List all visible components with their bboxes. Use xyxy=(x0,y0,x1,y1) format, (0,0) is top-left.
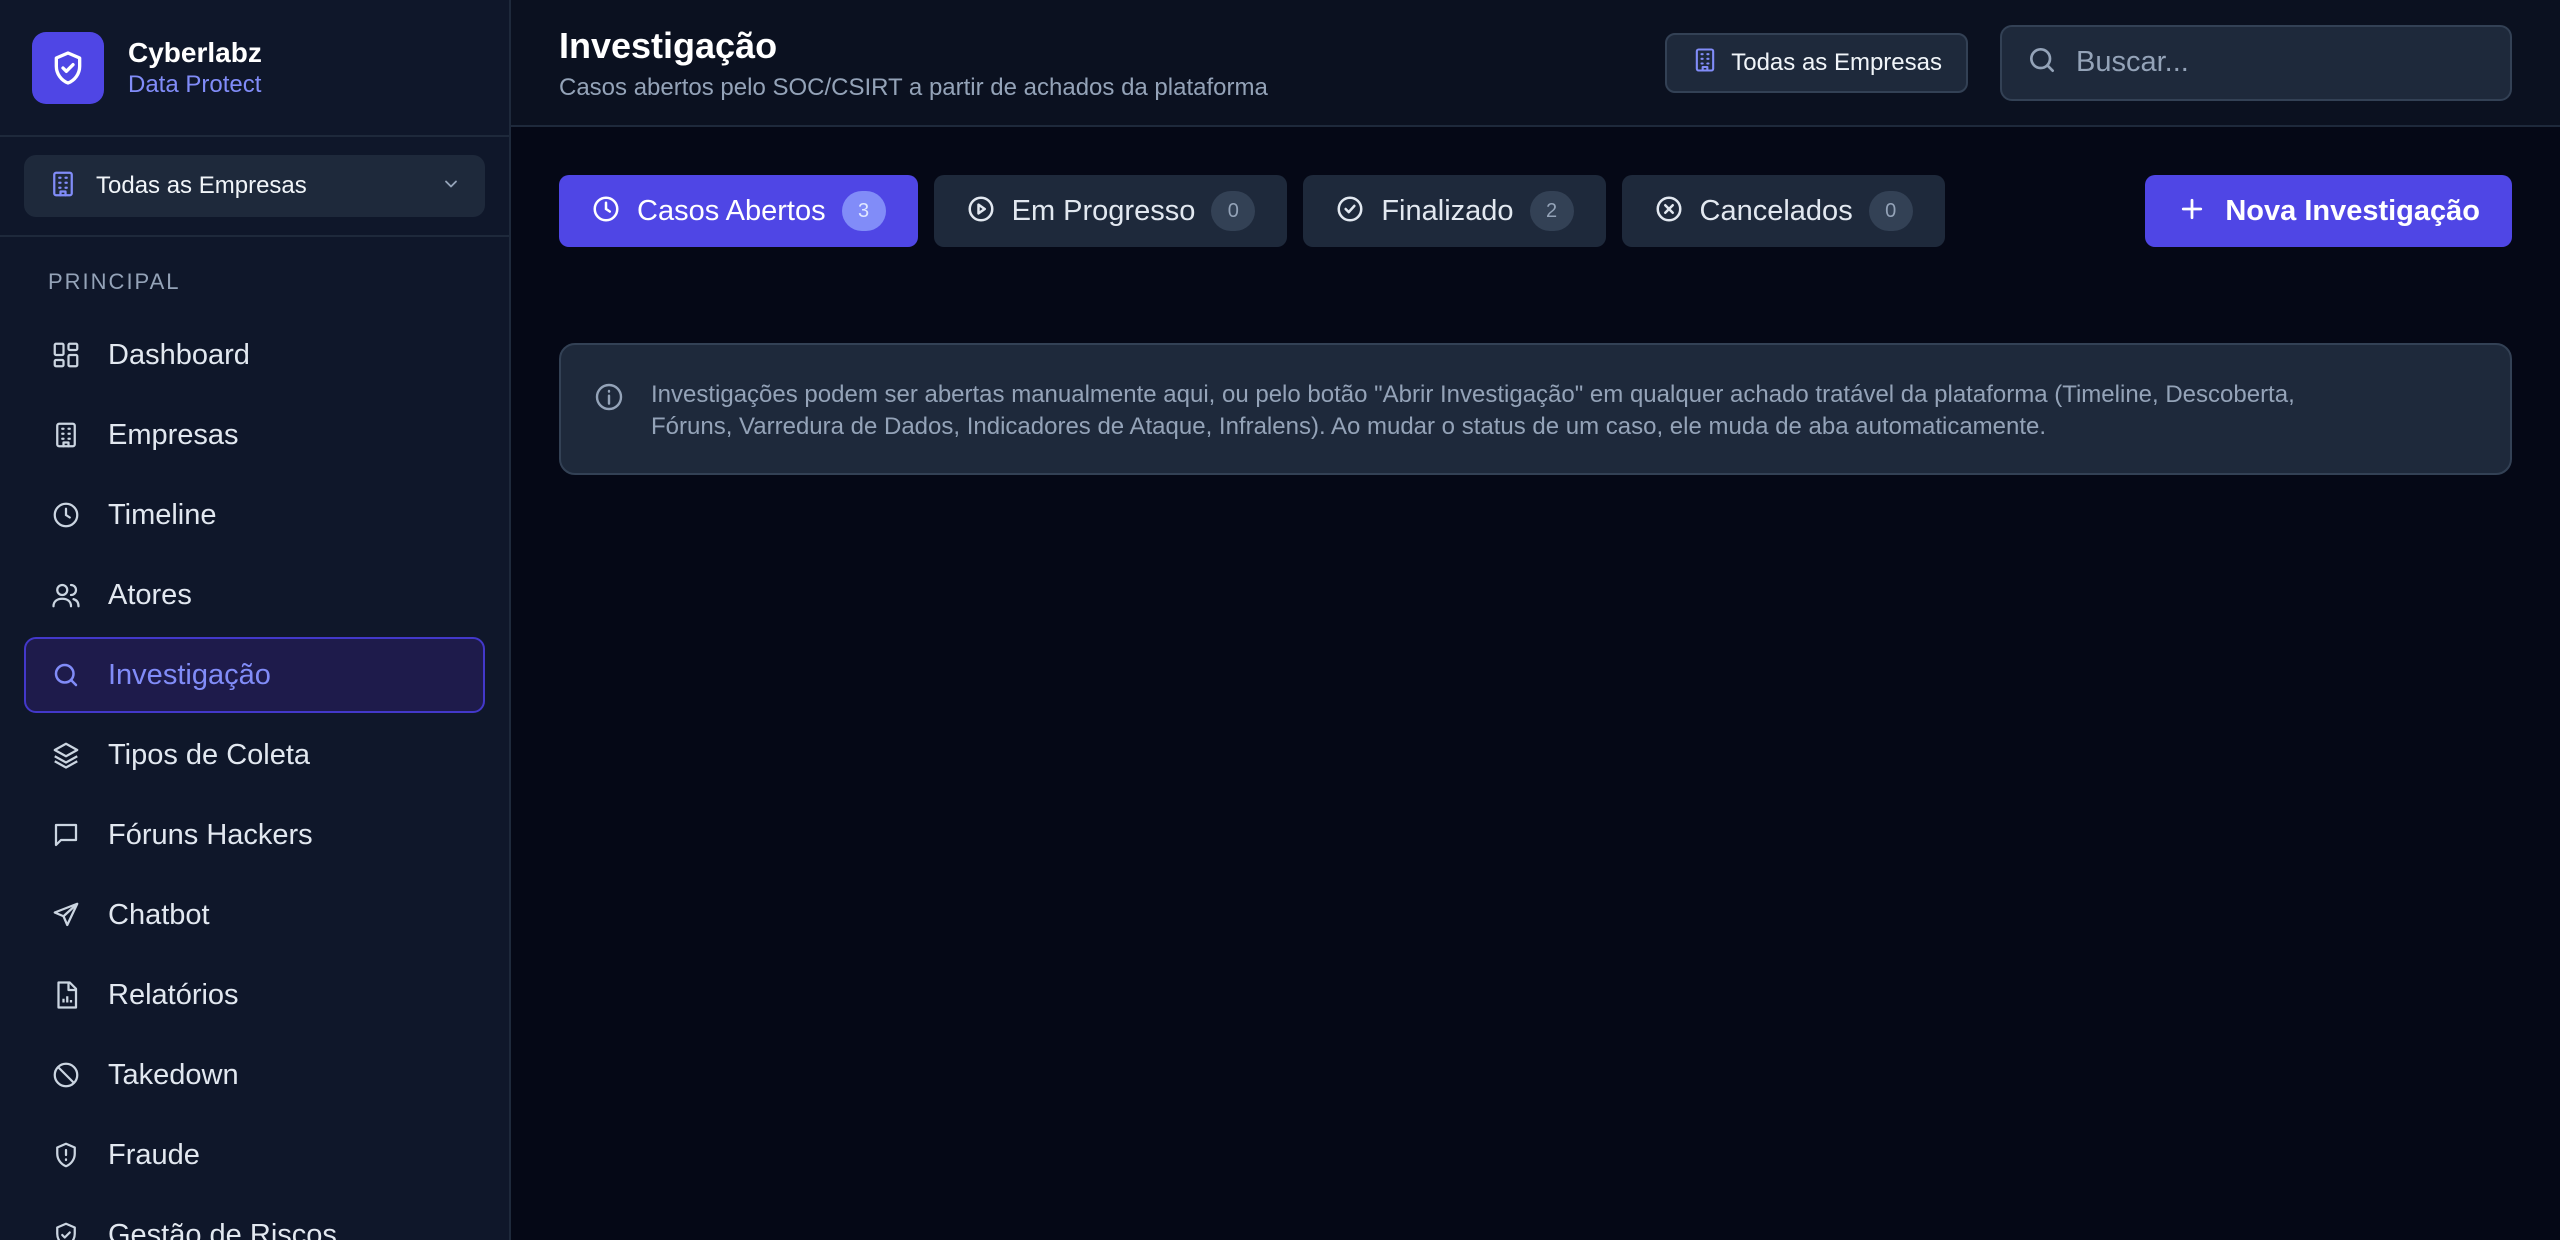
tab-finalizado[interactable]: Finalizado 2 xyxy=(1303,175,1606,247)
ban-icon xyxy=(50,1059,82,1091)
play-circle-icon xyxy=(966,194,996,229)
sidebar-item-investigacao[interactable]: Investigação xyxy=(24,637,485,713)
info-text-line: Fóruns, Varredura de Dados, Indicadores … xyxy=(651,413,2047,440)
sidebar: Cyberlabz Data Protect Todas as Empresas… xyxy=(0,0,511,1240)
info-text: Investigações podem ser abertas manualme… xyxy=(651,379,2295,443)
tab-em-progresso[interactable]: Em Progresso 0 xyxy=(933,175,1288,247)
sidebar-item-label: Takedown xyxy=(108,1058,239,1091)
sidebar-item-label: Empresas xyxy=(108,418,239,451)
new-investigation-label: Nova Investigação xyxy=(2225,194,2480,227)
users-icon xyxy=(50,579,82,611)
topbar: Investigação Casos abertos pelo SOC/CSIR… xyxy=(511,0,2560,127)
tab-count-badge: 0 xyxy=(1868,191,1913,231)
file-chart-icon xyxy=(50,979,82,1011)
shield-check-icon xyxy=(50,1219,82,1240)
sidebar-item-tipos-de-coleta[interactable]: Tipos de Coleta xyxy=(24,717,485,793)
x-circle-icon xyxy=(1654,194,1684,229)
sidebar-item-label: Timeline xyxy=(108,498,217,531)
sidebar-item-label: Dashboard xyxy=(108,338,250,371)
company-selector-label: Todas as Empresas xyxy=(96,172,307,199)
building-icon xyxy=(48,169,78,204)
status-tabs: Casos Abertos 3 Em Progresso 0 Finalizad… xyxy=(511,127,2560,247)
sidebar-item-label: Chatbot xyxy=(108,898,210,931)
sidebar-item-label: Relatórios xyxy=(108,978,239,1011)
message-square-icon xyxy=(50,819,82,851)
building-icon xyxy=(1691,46,1719,79)
tab-count-badge: 0 xyxy=(1211,191,1256,231)
sidebar-item-fraude[interactable]: Fraude xyxy=(24,1117,485,1193)
info-banner: Investigações podem ser abertas manualme… xyxy=(559,343,2512,475)
page-subtitle: Casos abertos pelo SOC/CSIRT a partir de… xyxy=(559,73,1268,101)
page-title: Investigação xyxy=(559,24,778,66)
sidebar-item-label: Tipos de Coleta xyxy=(108,738,311,771)
sidebar-item-gestao-de-riscos[interactable]: Gestão de Riscos xyxy=(24,1197,485,1240)
company-selector-wrap: Todas as Empresas xyxy=(0,137,509,237)
info-icon xyxy=(593,381,625,418)
tab-cancelados[interactable]: Cancelados 0 xyxy=(1621,175,1945,247)
tab-label: Finalizado xyxy=(1381,194,1514,227)
sidebar-item-relatorios[interactable]: Relatórios xyxy=(24,957,485,1033)
shield-logo-icon xyxy=(32,31,104,104)
brand[interactable]: Cyberlabz Data Protect xyxy=(0,0,509,137)
company-filter-label: Todas as Empresas xyxy=(1731,48,1942,76)
main-content: Investigação Casos abertos pelo SOC/CSIR… xyxy=(511,0,2560,1240)
sidebar-item-timeline[interactable]: Timeline xyxy=(24,477,485,553)
clock-icon xyxy=(50,499,82,531)
sidebar-nav: Dashboard Empresas Timeline Atores Inves… xyxy=(0,317,509,1240)
building-icon xyxy=(50,419,82,451)
sidebar-item-takedown[interactable]: Takedown xyxy=(24,1037,485,1113)
new-investigation-button[interactable]: Nova Investigação xyxy=(2145,175,2512,247)
section-label-principal: PRINCIPAL xyxy=(48,269,181,294)
title-block: Investigação Casos abertos pelo SOC/CSIR… xyxy=(559,24,1665,102)
sidebar-item-label: Fóruns Hackers xyxy=(108,818,313,851)
tab-label: Cancelados xyxy=(1699,194,1853,227)
sidebar-item-dashboard[interactable]: Dashboard xyxy=(24,317,485,393)
sidebar-item-chatbot[interactable]: Chatbot xyxy=(24,877,485,953)
tab-count-badge: 3 xyxy=(841,191,886,231)
search-icon xyxy=(50,659,82,691)
app-root: Cyberlabz Data Protect Todas as Empresas… xyxy=(0,0,2560,1240)
sidebar-item-label: Fraude xyxy=(108,1138,200,1171)
company-selector[interactable]: Todas as Empresas xyxy=(24,155,485,217)
sidebar-item-foruns-hackers[interactable]: Fóruns Hackers xyxy=(24,797,485,873)
dashboard-icon xyxy=(50,339,82,371)
sidebar-item-empresas[interactable]: Empresas xyxy=(24,397,485,473)
tab-casos-abertos[interactable]: Casos Abertos 3 xyxy=(559,175,918,247)
sidebar-item-label: Gestão de Riscos xyxy=(108,1218,337,1240)
send-icon xyxy=(50,899,82,931)
search-icon xyxy=(2026,44,2058,81)
tab-label: Em Progresso xyxy=(1011,194,1196,227)
sidebar-item-label: Atores xyxy=(108,578,192,611)
sidebar-item-atores[interactable]: Atores xyxy=(24,557,485,633)
info-text-line: Investigações podem ser abertas manualme… xyxy=(651,381,2295,408)
company-filter-button[interactable]: Todas as Empresas xyxy=(1665,32,1968,93)
search-box[interactable] xyxy=(2000,24,2512,101)
chevron-down-icon xyxy=(441,174,461,199)
tab-label: Casos Abertos xyxy=(637,194,826,227)
brand-subtitle: Data Protect xyxy=(128,70,262,98)
clock-icon xyxy=(591,194,621,229)
brand-name: Cyberlabz xyxy=(128,36,262,68)
search-input[interactable] xyxy=(2076,46,2476,79)
shield-alert-icon xyxy=(50,1139,82,1171)
check-circle-icon xyxy=(1335,194,1365,229)
layers-icon xyxy=(50,739,82,771)
sidebar-item-label: Investigação xyxy=(108,658,271,691)
tab-count-badge: 2 xyxy=(1529,191,1574,231)
plus-icon xyxy=(2177,194,2207,229)
